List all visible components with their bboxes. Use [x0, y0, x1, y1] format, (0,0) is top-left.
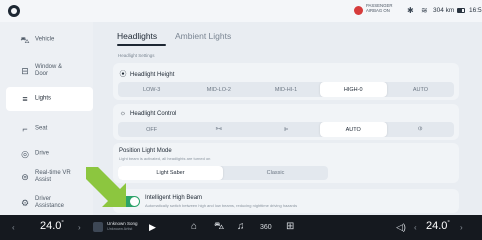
airbag-status: PASSENGER AIRBAG ON — [366, 3, 404, 13]
sun-icon: ☼ — [119, 110, 127, 117]
high-beam-card — [113, 189, 459, 213]
car-icon: ⛍ — [20, 35, 30, 45]
camera-360-icon[interactable]: 360 — [260, 222, 272, 234]
height-option-auto[interactable]: AUTO — [387, 82, 454, 97]
height-option-mid-lo-2[interactable]: MID-LO-2 — [185, 82, 252, 97]
sidebar-item-seat[interactable]: ⌐ Seat — [0, 117, 93, 141]
left-temp-value: 24.0 — [40, 220, 62, 232]
headlight-control-title: ☼ Headlight Control — [119, 110, 177, 117]
vr-icon: ⊜ — [21, 172, 29, 182]
low-beam-icon[interactable]: ⊫ — [252, 122, 319, 137]
headlight-control-selector: OFF ⫸⫷ ⊫ AUTO ⦶ — [118, 122, 454, 137]
tab-headlights[interactable]: Headlights — [117, 31, 157, 41]
right-temp-up-icon[interactable]: › — [460, 223, 463, 232]
right-temp-down-icon[interactable]: ‹ — [414, 223, 417, 232]
home-icon[interactable]: ⌂ — [191, 221, 197, 233]
headlight-height-title: ⦿ Headlight Height — [119, 69, 175, 79]
pointer-arrow-icon — [86, 167, 126, 207]
album-art — [93, 222, 103, 232]
sidebar-item-label: Seat — [35, 125, 48, 132]
position-light-selector: Light Saber Classic — [118, 166, 328, 180]
seat-icon: ⌐ — [22, 124, 28, 134]
headlight-height-selector: LOW-3 MID-LO-2 MID-HI-1 HIGH-0 AUTO — [118, 82, 454, 97]
sidebar-item-label: Real-time VR Assist — [35, 170, 71, 183]
height-option-low-3[interactable]: LOW-3 — [118, 82, 185, 97]
left-temperature: 24.0° — [40, 220, 64, 232]
sidebar-item-window-door[interactable]: ⊟ Window & Door — [0, 58, 93, 84]
airbag-line2: AIRBAG ON — [366, 8, 390, 13]
sidebar-item-label: Window & Door — [35, 64, 63, 77]
car-icon[interactable]: ⛍ — [214, 221, 224, 233]
bluetooth-icon[interactable]: ✱ — [407, 6, 414, 15]
control-option-off[interactable]: OFF — [118, 122, 185, 137]
left-temp-up-icon[interactable]: › — [78, 223, 81, 232]
high-beam-icon[interactable]: ⦶ — [387, 122, 454, 137]
right-temperature: 24.0° — [426, 220, 450, 232]
parking-lights-icon[interactable]: ⫸⫷ — [185, 122, 252, 137]
left-temp-unit: ° — [61, 220, 64, 227]
music-icon[interactable]: ♫ — [237, 221, 245, 233]
sidebar-item-label: Driver Assistance — [35, 196, 65, 209]
door-icon: ⊟ — [21, 66, 29, 76]
brand-logo-icon — [8, 5, 20, 17]
wifi-icon[interactable]: ≋ — [421, 6, 428, 15]
battery-icon — [457, 8, 465, 13]
sidebar-item-label: Vehicle — [35, 36, 55, 43]
lights-settings-panel: Headlights Ambient Lights Headlight Sett… — [99, 22, 469, 215]
song-title: Unknown Song — [107, 221, 138, 226]
height-option-mid-hi-1[interactable]: MID-HI-1 — [252, 82, 319, 97]
steering-icon: ◎ — [21, 149, 29, 159]
height-option-high-0[interactable]: HIGH-0 — [319, 82, 387, 97]
left-temp-down-icon[interactable]: ‹ — [12, 223, 15, 232]
status-bar: PASSENGER AIRBAG ON ✱ ≋ 304 km 16:53 — [0, 0, 482, 22]
headlight-height-label: Headlight Height — [130, 72, 175, 78]
media-widget[interactable]: Unknown Song Unknown Artist ▶ — [93, 220, 163, 234]
sidebar-item-label: Drive — [35, 150, 50, 157]
control-option-auto[interactable]: AUTO — [319, 122, 387, 137]
sidebar-item-lights[interactable]: ≡ Lights — [6, 87, 93, 111]
sidebar-item-vehicle[interactable]: ⛍ Vehicle — [0, 28, 93, 52]
range-readout: 304 km — [433, 7, 455, 14]
mode-option-classic[interactable]: Classic — [223, 166, 328, 180]
position-light-title: Position Light Mode — [119, 148, 172, 154]
artist-name: Unknown Artist — [107, 227, 133, 231]
mode-option-light-saber[interactable]: Light Saber — [118, 166, 223, 180]
right-temp-unit: ° — [447, 220, 450, 227]
play-icon[interactable]: ▶ — [149, 222, 156, 232]
bottom-dock: ‹ 24.0° › Unknown Song Unknown Artist ▶ … — [0, 215, 482, 240]
right-temp-value: 24.0 — [426, 220, 448, 232]
driver-assist-icon: ⚙ — [20, 198, 30, 208]
sidebar-item-label: Lights — [35, 95, 52, 102]
apps-grid-icon[interactable]: ⊞ — [286, 221, 294, 233]
headlight-settings-label: Headlight Settings — [118, 53, 155, 58]
position-light-subtitle: Light beam is activated, all headlights … — [119, 156, 211, 161]
headlight-control-label: Headlight Control — [130, 111, 177, 117]
volume-icon[interactable]: ◁) — [396, 221, 406, 233]
clock: 16:53 — [469, 7, 482, 14]
headlight-height-icon: ⦿ — [119, 71, 127, 78]
active-tab-indicator — [117, 44, 166, 46]
tab-ambient-lights[interactable]: Ambient Lights — [175, 31, 231, 41]
airbag-warning-icon — [354, 6, 363, 15]
high-beam-subtitle: Automatically switch between high and lo… — [145, 203, 298, 208]
lights-icon: ≡ — [22, 94, 28, 104]
high-beam-title: Intelligent High Beam — [145, 195, 203, 201]
